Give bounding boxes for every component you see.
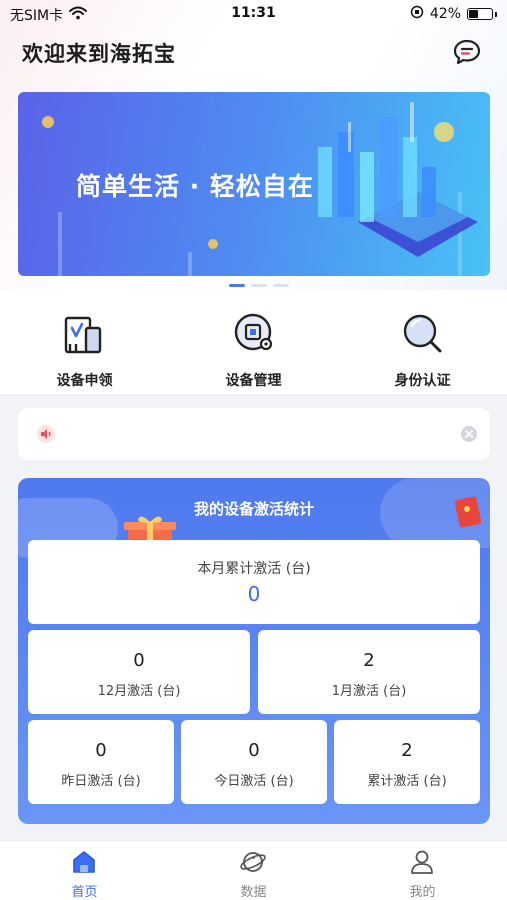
banner-carousel[interactable]: 简单生活 · 轻松自在 xyxy=(18,92,490,276)
stat-label: 本月累计激活 (台) xyxy=(197,561,311,577)
battery-tip xyxy=(495,11,497,17)
bottom-tab-bar: 首页 数据 我的 xyxy=(0,840,507,900)
stat-card-yesterday: 0 昨日激活 (台) xyxy=(28,720,174,804)
status-right: 42% xyxy=(410,5,497,23)
notice-bar[interactable] xyxy=(18,408,490,460)
status-bar: 无SIM卡 11:31 42% xyxy=(0,0,507,28)
battery-percent: 42% xyxy=(429,6,461,22)
home-icon xyxy=(70,848,98,876)
orientation-lock-icon xyxy=(410,5,424,23)
battery-icon xyxy=(467,8,493,20)
tab-label: 首页 xyxy=(71,885,98,900)
speaker-icon xyxy=(36,424,56,444)
page-title: 欢迎来到海拓宝 xyxy=(22,42,176,66)
menu-item-identity[interactable]: 身份认证 xyxy=(338,290,507,394)
banner-text: 简单生活 · 轻松自在 xyxy=(76,172,314,201)
stat-value: 0 xyxy=(248,740,260,761)
stat-card-december: 0 12月激活 (台) xyxy=(28,630,250,714)
battery-fill xyxy=(469,10,478,18)
activation-stats-panel: 我的设备激活统计 本月累计激活 (台) 0 0 12月激活 (台) 2 1月激活… xyxy=(18,478,490,824)
menu-label: 身份认证 xyxy=(394,373,451,389)
menu-label: 设备申领 xyxy=(56,373,113,389)
close-icon[interactable] xyxy=(460,425,478,443)
stat-label: 今日激活 (台) xyxy=(214,774,294,789)
stat-card-today: 0 今日激活 (台) xyxy=(181,720,327,804)
stat-label: 12月激活 (台) xyxy=(97,684,181,699)
chat-bubble-icon[interactable] xyxy=(452,37,482,67)
menu-item-device-apply[interactable]: 设备申领 xyxy=(0,290,169,394)
carousel-dot[interactable] xyxy=(229,284,245,287)
stat-value: 2 xyxy=(363,650,375,671)
stat-value: 0 xyxy=(95,740,107,761)
stats-title: 我的设备激活统计 xyxy=(193,500,314,518)
device-manage-icon xyxy=(231,312,277,356)
stat-label: 昨日激活 (台) xyxy=(61,774,141,789)
stat-card-month-total: 本月累计激活 (台) 0 xyxy=(28,540,480,624)
tab-mine[interactable]: 我的 xyxy=(338,841,507,900)
stat-value: 2 xyxy=(401,740,413,761)
stat-value: 0 xyxy=(247,582,261,606)
quick-menu: 设备申领 设备管理 身份认证 xyxy=(0,290,507,394)
stat-card-cumulative: 2 累计激活 (台) xyxy=(334,720,480,804)
user-icon xyxy=(408,848,436,876)
device-apply-icon xyxy=(62,312,108,356)
carousel-dot[interactable] xyxy=(273,284,289,287)
tab-data[interactable]: 数据 xyxy=(169,841,338,900)
menu-item-device-manage[interactable]: 设备管理 xyxy=(169,290,338,394)
stat-label: 累计激活 (台) xyxy=(367,774,447,789)
menu-label: 设备管理 xyxy=(225,373,282,389)
carousel-dots xyxy=(229,284,289,287)
planet-icon xyxy=(239,848,267,876)
tab-home[interactable]: 首页 xyxy=(0,841,169,900)
stat-label: 1月激活 (台) xyxy=(331,684,407,699)
search-icon xyxy=(400,312,446,356)
tab-label: 我的 xyxy=(409,885,436,900)
tab-label: 数据 xyxy=(240,885,267,900)
stat-value: 0 xyxy=(133,650,145,671)
stat-card-january: 2 1月激活 (台) xyxy=(258,630,480,714)
carousel-dot[interactable] xyxy=(251,284,267,287)
